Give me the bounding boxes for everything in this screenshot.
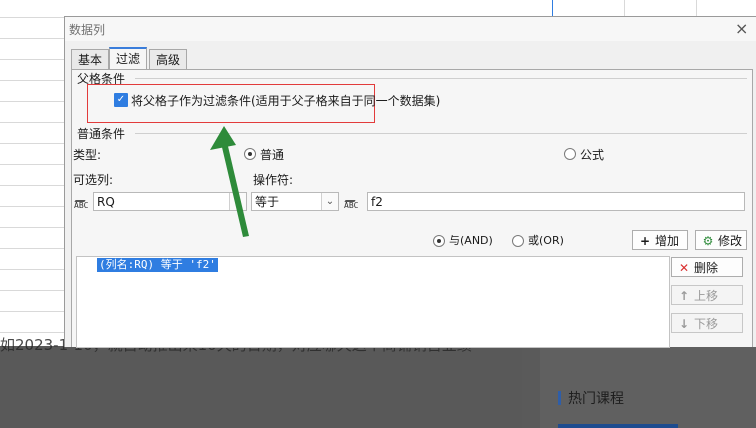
arrow-down-icon: ↓: [678, 317, 690, 331]
edit-button[interactable]: ⚙ 修改: [695, 230, 747, 250]
column-label: 可选列:: [73, 173, 114, 187]
move-up-button[interactable]: ↑ 上移: [671, 285, 743, 305]
dialog-titlebar[interactable]: 数据列 ×: [65, 17, 756, 41]
add-button[interactable]: + 增加: [632, 230, 688, 250]
value-input-text: f2: [371, 195, 383, 209]
dialog-title: 数据列: [69, 23, 106, 37]
sidebar-area: 热门课程: [540, 346, 756, 428]
sidebar-accent: [558, 391, 561, 405]
operator-select-value: 等于: [255, 195, 280, 209]
sidebar-title[interactable]: 热门课程: [568, 388, 624, 408]
edit-button-label: 修改: [718, 234, 743, 248]
move-down-button-label: 下移: [694, 317, 719, 331]
operator-label: 操作符:: [253, 173, 294, 187]
normal-condition-label: 普通条件: [77, 127, 126, 141]
delete-button-label: 删除: [694, 261, 719, 275]
close-icon[interactable]: ×: [735, 19, 748, 38]
conditions-list[interactable]: (列名:RQ) 等于 'f2': [76, 256, 670, 348]
operator-select[interactable]: 等于 ⌄: [251, 192, 339, 211]
type-normal-label[interactable]: 普通: [260, 146, 284, 163]
arrow-up-icon: ↑: [678, 289, 690, 303]
logic-and-radio[interactable]: [433, 235, 445, 247]
plus-icon: +: [639, 234, 651, 248]
edit-icon: ⚙: [702, 234, 714, 248]
chevron-down-icon[interactable]: ⌄: [229, 193, 246, 210]
tab-advanced[interactable]: 高级: [149, 49, 188, 71]
logic-or-label[interactable]: 或(OR): [528, 232, 564, 248]
background-spreadsheet: [0, 0, 64, 346]
list-item[interactable]: (列名:RQ) 等于 'f2': [97, 258, 218, 272]
logic-and-label[interactable]: 与(AND): [449, 232, 493, 248]
type-normal-radio[interactable]: [244, 148, 256, 160]
column-select-value: RQ: [97, 195, 115, 209]
delete-icon: ✕: [678, 261, 690, 275]
add-button-label: 增加: [655, 234, 680, 248]
delete-button[interactable]: ✕ 删除: [671, 257, 743, 277]
value-input[interactable]: f2: [367, 192, 745, 211]
type-formula-radio[interactable]: [564, 148, 576, 160]
sidebar-banner[interactable]: [558, 424, 678, 428]
move-up-button-label: 上移: [694, 289, 719, 303]
normal-condition-divider: [135, 133, 747, 134]
background-webpage: 如2023-1-10，就自动推出来10天的日期，对应哪天这个商铺销售业绩 热门课…: [0, 336, 756, 428]
use-parent-checkbox-label: 将父格子作为过滤条件(适用于父子格来自于同一个数据集): [131, 94, 441, 108]
value-type-icon[interactable]: ABC: [344, 193, 362, 211]
move-down-button[interactable]: ↓ 下移: [671, 313, 743, 333]
use-parent-checkbox[interactable]: ✓: [114, 93, 128, 107]
background-spreadsheet-header: [64, 0, 756, 17]
type-label: 类型:: [73, 148, 102, 162]
logic-or-radio[interactable]: [512, 235, 524, 247]
type-formula-label[interactable]: 公式: [580, 146, 604, 163]
column-type-icon: ABC: [74, 193, 92, 211]
column-select[interactable]: RQ ⌄: [93, 192, 247, 211]
chevron-down-icon[interactable]: ⌄: [321, 193, 338, 210]
article-area: 如2023-1-10，就自动推出来10天的日期，对应哪天这个商铺销售业绩: [0, 336, 522, 428]
tab-basic[interactable]: 基本: [71, 49, 110, 71]
parent-condition-divider: [135, 78, 747, 79]
